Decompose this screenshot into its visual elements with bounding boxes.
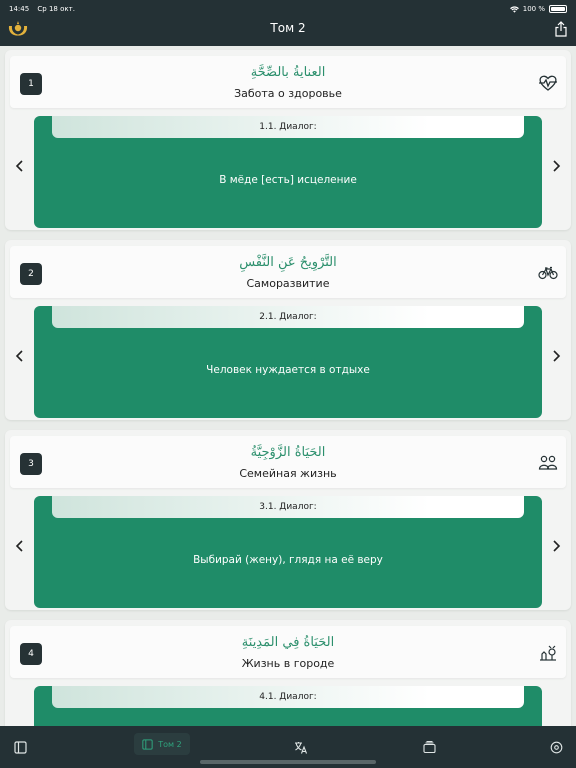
tab-current-volume[interactable]: Том 2 [134,733,190,755]
chevron-left-icon [15,540,23,552]
chevron-right-icon [553,540,561,552]
slide-text: Человек нуждается в отдыхе [206,364,370,376]
next-slide-button[interactable] [549,348,565,364]
status-time: 14:45 [9,5,30,13]
tab-cards[interactable] [421,736,437,758]
dialog-slide[interactable]: 2.1. Диалог: Человек нуждается в отдыхе [34,306,542,418]
prev-slide-button[interactable] [11,538,27,554]
battery-percent: 100 % [522,5,545,13]
lesson-card: 1 العنايةُ بالصِّحَّةِ Забота о здоровье… [5,50,571,230]
tab-settings[interactable] [548,736,564,758]
dialog-slide[interactable]: 4.1. Диалог: [34,686,542,726]
lesson-title: Жизнь в городе [241,657,335,670]
tab-volumes[interactable] [12,736,28,758]
top-bar: 14:45 Ср 18 окт. 100 % Том 2 [0,0,576,46]
page-title: Том 2 [270,21,306,35]
slide-label: 3.1. Диалог: [52,496,524,518]
lesson-list[interactable]: 1 العنايةُ بالصِّحَّةِ Забота о здоровье… [0,46,576,726]
slide-text: В мёде [есть] исцеление [219,174,357,186]
lesson-header[interactable]: 4 الحَيَاةُ فِي المَدِينَةِ Жизнь в горо… [10,626,566,678]
translate-icon [295,741,308,754]
tab-translate[interactable] [293,736,309,758]
lesson-arabic-title: الحَيَاةُ الزَّوْجِيَّةُ [250,445,326,460]
cards-icon [422,741,436,753]
gear-icon [550,741,562,753]
tab-current-volume-label: Том 2 [158,739,182,749]
lesson-header[interactable]: 2 التَّرْوِيحُ عَنِ النَّفْسِ Саморазвит… [10,246,566,298]
lesson-arabic-title: الحَيَاةُ فِي المَدِينَةِ [241,635,335,650]
slide-label: 2.1. Диалог: [52,306,524,328]
chevron-right-icon [553,350,561,362]
chevron-left-icon [15,350,23,362]
lesson-title: Саморазвитие [246,277,330,290]
wifi-icon [509,5,519,13]
next-slide-button[interactable] [549,538,565,554]
lesson-title: Семейная жизнь [239,467,337,480]
slide-text: Выбирай (жену), глядя на её веру [193,554,383,566]
lesson-card: 2 التَّرْوِيحُ عَنِ النَّفْسِ Саморазвит… [5,240,571,420]
lesson-arabic-title: التَّرْوِيحُ عَنِ النَّفْسِ [239,255,337,270]
home-indicator [200,760,376,764]
city-icon [540,645,556,661]
chevron-left-icon [15,160,23,172]
share-icon[interactable] [554,21,568,37]
books-icon [13,740,27,754]
bicycle-icon [538,266,558,280]
chevron-right-icon [553,160,561,172]
lesson-title: Забота о здоровье [234,87,342,100]
lesson-card: 4 الحَيَاةُ فِي المَدِينَةِ Жизнь в горо… [5,620,571,726]
prev-slide-button[interactable] [11,158,27,174]
heartbeat-icon [539,75,557,91]
dialog-slide[interactable]: 1.1. Диалог: В мёде [есть] исцеление [34,116,542,228]
lesson-card: 3 الحَيَاةُ الزَّوْجِيَّةُ Семейная жизн… [5,430,571,610]
lesson-header[interactable]: 1 العنايةُ بالصِّحَّةِ Забота о здоровье [10,56,566,108]
lesson-header[interactable]: 3 الحَيَاةُ الزَّوْجِيَّةُ Семейная жизн… [10,436,566,488]
status-date: Ср 18 окт. [37,5,75,13]
status-bar: 14:45 Ср 18 окт. 100 % [9,3,567,15]
family-icon [538,455,558,470]
battery-icon [549,5,567,13]
lesson-arabic-title: العنايةُ بالصِّحَّةِ [250,65,326,80]
slide-label: 4.1. Диалог: [52,686,524,708]
next-slide-button[interactable] [549,158,565,174]
slide-label: 1.1. Диалог: [52,116,524,138]
book-icon [142,738,153,750]
prev-slide-button[interactable] [11,348,27,364]
dialog-slide[interactable]: 3.1. Диалог: Выбирай (жену), глядя на её… [34,496,542,608]
